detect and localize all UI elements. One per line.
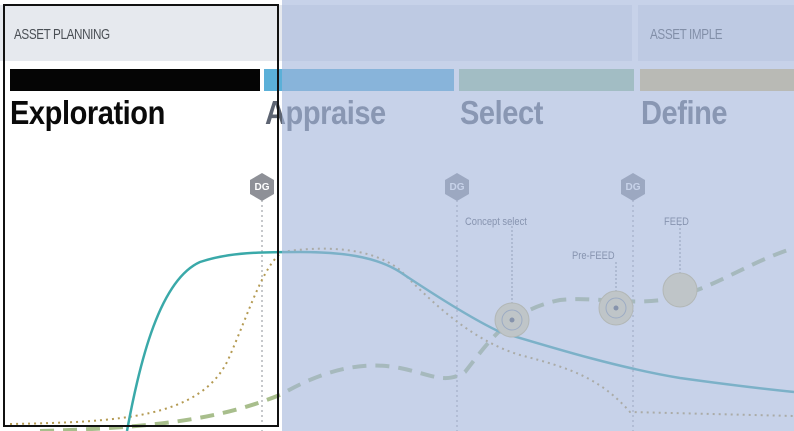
feed-label: FEED bbox=[664, 216, 689, 228]
decision-gate-label: DG bbox=[449, 181, 465, 193]
decision-gate-label: DG bbox=[625, 181, 641, 193]
feed-marker bbox=[662, 272, 698, 308]
teal-curve bbox=[125, 250, 794, 431]
decision-gate-label: DG bbox=[254, 181, 270, 193]
pre-feed-label: Pre-FEED bbox=[572, 250, 615, 262]
concept-select-marker bbox=[494, 302, 530, 338]
pre-feed-marker bbox=[598, 290, 634, 326]
concept-select-label: Concept select bbox=[465, 216, 527, 228]
lifecycle-diagram: ASSET PLANNING ASSET IMPLE Exploration A… bbox=[0, 0, 794, 431]
